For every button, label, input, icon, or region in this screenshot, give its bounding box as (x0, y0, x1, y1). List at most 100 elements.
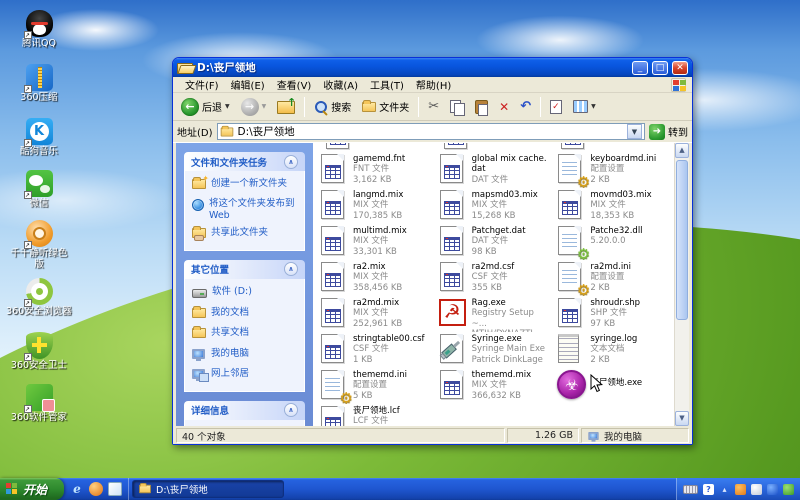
collapse-chevron-icon[interactable]: ∧ (284, 154, 298, 169)
file-tile[interactable]: syringe.log 文本文档 2 KB (555, 332, 672, 368)
minimize-button[interactable]: _ (632, 60, 648, 75)
file-tile[interactable]: Patchget.dat DAT 文件 98 KB (437, 224, 554, 260)
file-tile[interactable]: stringtable00.csf CSF 文件 1 KB (318, 332, 435, 368)
address-input[interactable]: D:\丧尸领地 ▼ (216, 123, 645, 140)
title-bar[interactable]: D:\丧尸领地 _ □ ✕ (173, 58, 692, 77)
menu-item[interactable]: 查看(V) (271, 76, 318, 93)
file-tile[interactable]: ⚙ thememd.ini 配置设置 5 KB (318, 368, 435, 404)
file-tasks-header[interactable]: 文件和文件夹任务 ∧ (184, 152, 305, 171)
arrow-up-icon[interactable]: ▴ (719, 484, 730, 495)
desktop-icon-360safe[interactable]: ↗ 360安全卫士 (6, 332, 72, 372)
toolbar-separator (418, 96, 420, 117)
other-places-header[interactable]: 其它位置 ∧ (184, 259, 305, 279)
file-tile[interactable]: ra2md.mix MIX 文件 252,961 KB (318, 296, 435, 332)
menu-item[interactable]: 编辑(E) (225, 76, 271, 93)
task-label: 我的电脑 (211, 347, 250, 359)
file-tile[interactable]: multimd.mix MIX 文件 33,301 KB (318, 224, 435, 260)
file-task-link[interactable]: 共享此文件夹 (192, 226, 300, 242)
desktop-icon-360browser[interactable]: ↗ 360安全浏览器 (6, 278, 72, 318)
menu-item[interactable]: 文件(F) (179, 76, 225, 93)
forward-icon: → (240, 97, 259, 116)
sync-button[interactable] (546, 97, 566, 117)
delete-button[interactable]: ✕ (495, 97, 513, 117)
back-button[interactable]: ← 后退 ▼ (177, 95, 234, 119)
360browser-icon: ↗ (23, 278, 53, 307)
file-list[interactable]: gamemd.fnt FNT 文件 3,162 KB global mix cache… (313, 143, 674, 426)
file-tile[interactable]: 丧尸领地.lcfLCF 文件1 KB (318, 404, 435, 426)
show-desktop-icon[interactable] (108, 482, 122, 496)
file-size: 1 KB (353, 354, 373, 365)
file-tile[interactable]: ☣ 丧尸领地.exe (555, 368, 672, 404)
other-place-link[interactable]: 我的文档 (192, 305, 300, 321)
file-size: 18,353 KB (590, 210, 635, 221)
paste-button[interactable] (471, 97, 492, 117)
desktop-icon-ttplayer[interactable]: ↗ 千千静听绿色版 (6, 220, 72, 271)
file-tile[interactable]: ra2md.csf CSF 文件 355 KB (437, 260, 554, 296)
folder-share-icon (192, 226, 206, 242)
file-tile[interactable]: gamemd.fnt FNT 文件 3,162 KB (318, 152, 435, 188)
task-label: 网上邻居 (211, 368, 250, 380)
collapse-chevron-icon[interactable]: ∧ (284, 262, 298, 277)
cut-button[interactable]: ✂ (424, 97, 443, 117)
copy-button[interactable] (446, 97, 468, 117)
desktop-icon-qq[interactable]: ↗ 腾讯QQ (6, 10, 72, 50)
file-tile[interactable]: ⚙ Patche32.dll 5.20.0.0 (555, 224, 672, 260)
keyboard-icon[interactable] (683, 484, 698, 494)
ie-icon[interactable]: e (70, 482, 84, 496)
address-dropdown-icon[interactable]: ▼ (627, 124, 642, 139)
file-tile[interactable]: ra2.mix MIX 文件 358,456 KB (318, 260, 435, 296)
maximize-button[interactable]: □ (652, 60, 668, 75)
other-place-link[interactable]: 我的电脑 (192, 348, 300, 362)
help-icon[interactable]: ? (703, 483, 714, 495)
file-tile[interactable]: shroudr.shp SHP 文件 97 KB (555, 296, 672, 332)
up-button[interactable] (273, 96, 299, 117)
taskbar-task-button[interactable]: D:\丧尸领地 (132, 480, 284, 498)
file-task-link[interactable]: 创建一个新文件夹 (192, 174, 300, 192)
scroll-track[interactable] (675, 158, 689, 411)
tray-green-icon[interactable] (783, 483, 794, 495)
collapse-chevron-icon[interactable]: ∧ (284, 403, 298, 418)
file-tile[interactable]: Syringe.exe Syringe Main Exe Patrick DinkL… (437, 332, 554, 368)
file-task-link[interactable]: 将这个文件夹发布到 Web (192, 198, 300, 221)
file-tile[interactable]: mapsmd03.mix MIX 文件 15,268 KB (437, 188, 554, 224)
file-tile[interactable]: ⚙ keyboardmd.ini 配置设置 2 KB (555, 152, 672, 188)
360safe-icon: ↗ (23, 332, 53, 361)
undo-button[interactable]: ↶ (516, 96, 535, 117)
search-button[interactable]: 搜索 (310, 96, 355, 117)
vertical-scrollbar[interactable]: ▲ ▼ (674, 143, 689, 426)
file-tile[interactable]: movmd03.mix MIX 文件 18,353 KB (555, 188, 672, 224)
folders-button[interactable]: 文件夹 (358, 96, 413, 117)
details-header[interactable]: 详细信息 ∧ (184, 400, 305, 420)
tray-orange-icon[interactable] (735, 483, 746, 495)
other-place-link[interactable]: 共享文档 (192, 326, 300, 341)
shortcut-arrow-icon: ↗ (23, 31, 32, 39)
scroll-down-icon[interactable]: ▼ (675, 411, 689, 426)
views-button[interactable]: ▼ (569, 97, 600, 116)
forward-button[interactable]: → ▼ (237, 95, 271, 119)
scroll-up-icon[interactable]: ▲ (675, 143, 689, 158)
menu-item[interactable]: 帮助(H) (410, 76, 457, 93)
file-name: langmd.mix (353, 190, 404, 200)
file-tile[interactable]: ☭Rag.exeRegistry Setup ~...MTIH/DYNAZTI (437, 296, 554, 332)
file-tile[interactable]: global mix cache.dat DAT 文件 (437, 152, 554, 188)
table-file-icon (320, 297, 348, 329)
file-tile[interactable]: langmd.mix MIX 文件 170,385 KB (318, 188, 435, 224)
other-place-link[interactable]: 网上邻居 (192, 368, 300, 383)
shortcut-arrow-icon: ↗ (23, 353, 32, 361)
menu-item[interactable]: 工具(T) (364, 76, 410, 93)
desktop-icon-kugou[interactable]: ↗酷狗音乐 (6, 118, 72, 158)
menu-item[interactable]: 收藏(A) (317, 76, 364, 93)
start-button[interactable]: 开始 (0, 478, 64, 500)
scroll-thumb[interactable] (676, 160, 688, 320)
tray-white-icon[interactable] (751, 483, 762, 495)
desktop-icon-360zip[interactable]: ↗ 360压缩 (6, 64, 72, 104)
other-place-link[interactable]: 软件 (D:) (192, 286, 300, 301)
file-tile[interactable]: thememd.mix MIX 文件 366,632 KB (437, 368, 554, 404)
desktop-icon-360soft[interactable]: ↗ 360软件管家 (6, 384, 72, 424)
go-button[interactable]: ➜ 转到 (649, 123, 688, 140)
close-button[interactable]: ✕ (672, 60, 688, 75)
tray-blue-icon[interactable] (767, 483, 778, 495)
desktop-icon-wechat[interactable]: ↗ 微信 (6, 170, 72, 210)
media-player-icon[interactable] (89, 482, 103, 496)
file-tile[interactable]: ⚙ ra2md.ini 配置设置 2 KB (555, 260, 672, 296)
